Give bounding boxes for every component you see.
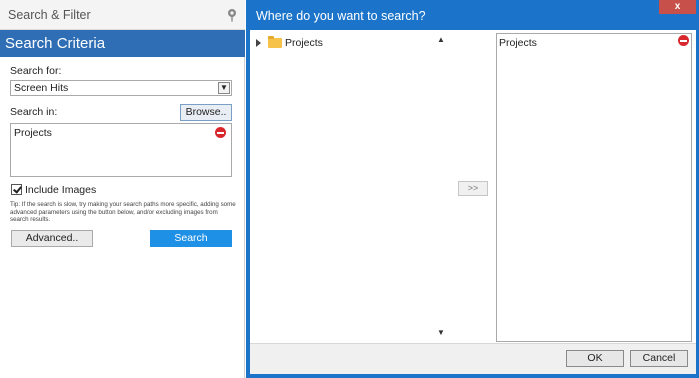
folder-tree[interactable]: Projects ▲ ▼ — [250, 30, 450, 343]
ok-button[interactable]: OK — [566, 350, 624, 367]
search-criteria-header: Search Criteria — [0, 30, 245, 57]
include-images-label: Include Images — [25, 184, 97, 196]
tree-scrollbar[interactable]: ▲ ▼ — [432, 30, 450, 343]
chevron-down-icon[interactable]: ▼ — [218, 82, 230, 94]
search-for-value: Screen Hits — [14, 82, 69, 94]
expand-arrow-icon[interactable] — [256, 39, 261, 47]
scroll-up-icon[interactable]: ▲ — [436, 36, 446, 44]
browse-button[interactable]: Browse.. — [180, 104, 232, 121]
selected-location-item[interactable]: Projects — [499, 37, 537, 49]
search-for-label: Search for: — [10, 65, 62, 77]
tree-item-label: Projects — [285, 37, 323, 49]
search-filter-panel: Search & Filter Search Criteria Search f… — [0, 0, 245, 378]
folder-icon — [268, 36, 282, 48]
cancel-button[interactable]: Cancel — [630, 350, 688, 367]
dialog-button-bar: OK Cancel — [250, 343, 696, 374]
scroll-down-icon[interactable]: ▼ — [436, 329, 446, 337]
search-paths-list[interactable]: Projects — [10, 123, 232, 177]
search-tip: Tip: If the search is slow, try making y… — [10, 201, 236, 223]
include-images-checkbox[interactable] — [11, 184, 22, 195]
selected-locations-list[interactable]: Projects — [496, 33, 692, 342]
pin-icon[interactable] — [226, 8, 238, 22]
close-button[interactable]: x — [659, 0, 696, 14]
remove-icon[interactable] — [215, 127, 226, 138]
search-criteria-title: Search Criteria — [5, 35, 106, 52]
search-for-select[interactable]: Screen Hits ▼ — [10, 80, 232, 96]
panel-title: Search & Filter — [8, 8, 91, 22]
advanced-button[interactable]: Advanced.. — [11, 230, 93, 247]
remove-icon[interactable] — [678, 35, 689, 46]
search-in-label: Search in: — [10, 106, 58, 118]
dialog-title: Where do you want to search? — [256, 9, 426, 23]
dialog-body: Projects ▲ ▼ >> Projects OK Cancel — [250, 30, 696, 374]
add-to-selection-button[interactable]: >> — [458, 181, 488, 196]
panel-header: Search & Filter — [0, 0, 245, 30]
search-location-dialog: Where do you want to search? x Projects … — [246, 0, 699, 378]
search-path-item[interactable]: Projects — [14, 127, 52, 139]
search-button[interactable]: Search — [150, 230, 232, 247]
